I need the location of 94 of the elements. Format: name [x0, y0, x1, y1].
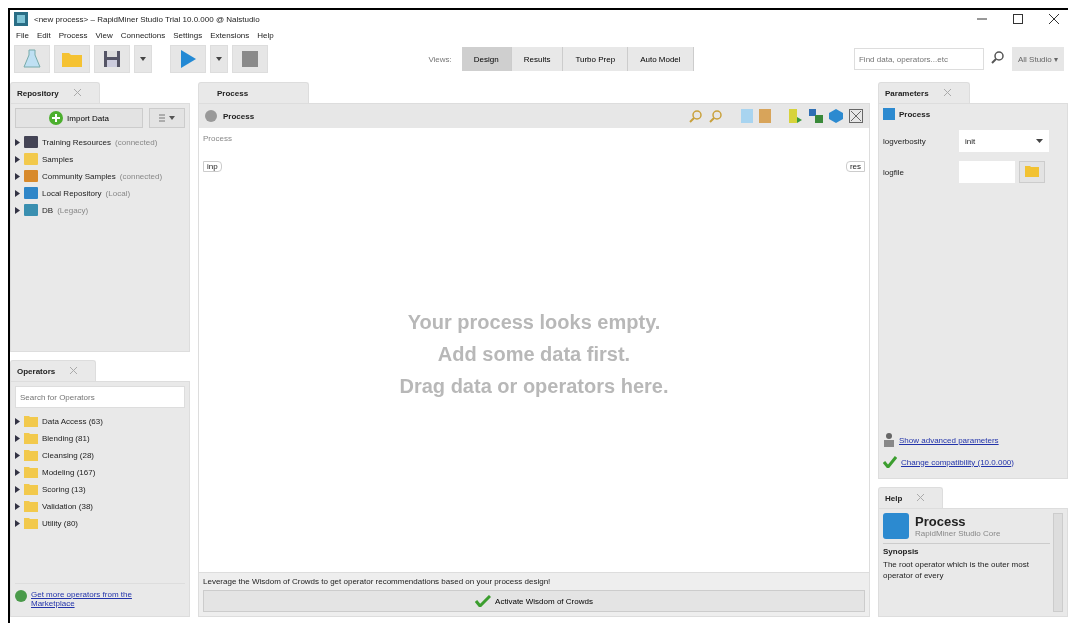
operator-name: Process — [899, 109, 931, 119]
expand-arrow-icon — [15, 434, 20, 442]
views-label: Views: — [428, 54, 452, 64]
operator-group-item[interactable]: Data Access (63) — [15, 414, 185, 428]
repository-item[interactable]: Local Repository (Local) — [15, 186, 185, 200]
expand-arrow-icon — [15, 502, 20, 510]
play-icon — [179, 49, 197, 69]
help-subtitle: RapidMiner Studio Core — [915, 529, 1001, 538]
caret-icon — [1036, 139, 1043, 143]
help-section-title: Synopsis — [883, 547, 920, 556]
menu-item[interactable]: Extensions — [210, 30, 250, 40]
help-text: The root operator which is the outer most operator of every — [883, 559, 1030, 581]
global-search-field[interactable]: Find data, operators...etc — [853, 48, 984, 70]
search-icon — [991, 51, 1005, 64]
menu-item[interactable]: View — [95, 30, 113, 40]
output-port[interactable]: res — [845, 161, 865, 172]
expand-arrow-icon — [15, 138, 20, 146]
scrollbar[interactable] — [1053, 513, 1063, 612]
globe-icon — [15, 590, 27, 602]
operator-group-item[interactable]: Scoring (13) — [15, 482, 185, 496]
panel-tab[interactable]: Repository — [10, 82, 100, 103]
panel-tab[interactable]: Operators — [10, 360, 97, 381]
check-icon — [475, 595, 492, 607]
parameter-label: logverbosity — [883, 136, 927, 146]
process-tab[interactable]: Process — [198, 82, 310, 103]
recommendation-hint: Leverage the Wisdom of Crowds to get operator recommendations based on your process design! — [203, 577, 552, 586]
maximize-icon[interactable] — [1012, 13, 1024, 25]
operator-group-item[interactable]: Modeling (167) — [15, 465, 185, 479]
expand-arrow-icon — [15, 519, 20, 527]
menu-item[interactable]: Settings — [173, 30, 203, 40]
panel-tab[interactable]: Parameters — [878, 82, 970, 103]
scope-dropdown[interactable]: All Studio ▾ — [1011, 47, 1064, 71]
repository-item[interactable]: Training Resources (connected) — [15, 135, 185, 149]
operator-group-item[interactable]: Blending (81) — [15, 431, 185, 445]
marketplace-link[interactable]: Get more operators from the Marketplace — [31, 590, 141, 608]
expand-arrow-icon — [15, 451, 20, 459]
input-port[interactable]: inp — [203, 161, 222, 172]
menu-item[interactable]: Edit — [36, 30, 51, 40]
advanced-parameters-link[interactable]: Show advanced parameters — [899, 435, 999, 445]
fullscreen-icon[interactable] — [849, 109, 863, 123]
check-icon — [883, 456, 897, 468]
window-title: <new process> – RapidMiner Studio Trial 10.0.000 @ Nalstudio — [34, 14, 260, 24]
compatibility-link[interactable]: Change compatibility (10.0.000) — [901, 457, 1014, 467]
list-dropdown-icon — [157, 112, 177, 123]
operator-group-item[interactable]: Cleansing (28) — [15, 448, 185, 462]
import-data-button[interactable]: Import Data — [15, 108, 143, 128]
help-operator-name: Process — [915, 514, 967, 529]
panel-tab[interactable]: Help — [878, 487, 944, 508]
expand-arrow-icon — [15, 172, 20, 180]
menu-item[interactable]: Connections — [120, 30, 166, 40]
parameter-dropdown[interactable]: init — [959, 130, 1049, 152]
cube-icon[interactable] — [829, 109, 843, 123]
expand-arrow-icon — [15, 155, 20, 163]
view-tab[interactable]: Design — [461, 47, 512, 71]
canvas-label: Process — [203, 134, 232, 143]
expand-arrow-icon — [15, 485, 20, 493]
menu-item[interactable]: Help — [257, 30, 274, 40]
zoom-out-icon[interactable] — [709, 109, 723, 123]
flask-icon — [23, 49, 41, 69]
repository-item[interactable]: Community Samples (connected) — [15, 169, 185, 183]
caret-icon — [216, 57, 222, 61]
app-logo-icon — [14, 12, 28, 26]
stop-icon — [242, 51, 258, 67]
close-icon[interactable] — [1048, 13, 1060, 25]
operator-search-field[interactable]: Search for Operators — [15, 386, 185, 408]
repository-item[interactable]: DB (Legacy) — [15, 203, 185, 217]
empty-canvas-message: Add some data first. — [437, 342, 631, 367]
expand-arrow-icon — [15, 206, 20, 214]
run-dropdown-button[interactable] — [210, 45, 228, 73]
run-button[interactable] — [170, 45, 206, 73]
expand-arrow-icon — [15, 468, 20, 476]
repository-menu-button[interactable] — [149, 108, 185, 128]
expand-arrow-icon — [15, 417, 20, 425]
empty-canvas-message: Drag data or operators here. — [399, 374, 669, 399]
expand-arrow-icon — [15, 189, 20, 197]
process-circle-icon — [205, 110, 217, 122]
new-process-button[interactable] — [14, 45, 50, 73]
save-dropdown-button[interactable] — [134, 45, 152, 73]
zoom-in-icon[interactable] — [689, 109, 703, 123]
caret-icon — [140, 57, 146, 61]
stop-button[interactable] — [232, 45, 268, 73]
operator-group-item[interactable]: Utility (80) — [15, 516, 185, 530]
repository-item[interactable]: Samples — [15, 152, 185, 166]
folder-button[interactable] — [1019, 161, 1045, 183]
operator-group-item[interactable]: Validation (38) — [15, 499, 185, 513]
activate-wisdom-button[interactable]: Activate Wisdom of Crowds — [203, 590, 865, 612]
menu-item[interactable]: Process — [58, 30, 88, 40]
empty-canvas-message: Your process looks empty. — [407, 310, 661, 335]
parameter-label: logfile — [883, 167, 905, 177]
people-icon — [883, 433, 895, 447]
menu-item[interactable]: File — [16, 30, 29, 40]
plus-icon — [49, 111, 64, 125]
save-button[interactable] — [94, 45, 130, 73]
breadcrumb-link[interactable]: Process — [223, 111, 255, 121]
